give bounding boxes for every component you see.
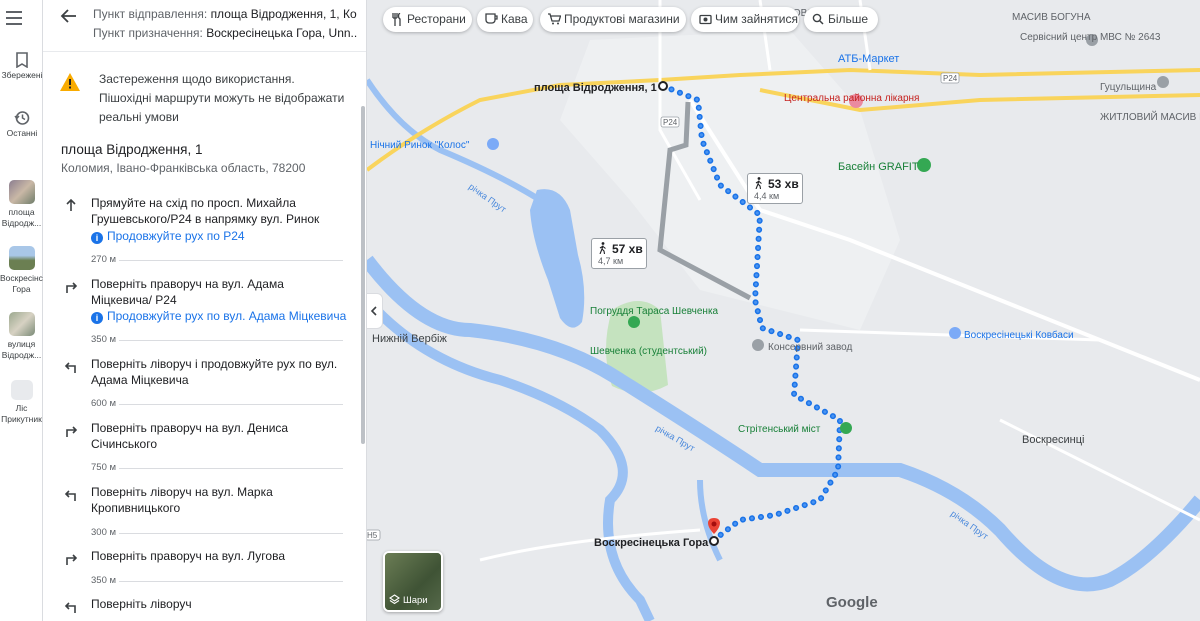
- restaurant-icon: [392, 13, 401, 26]
- end-marker: [709, 536, 719, 546]
- start-address: Коломия, Івано-Франківська область, 7820…: [61, 161, 306, 175]
- map-label: Воскресинці: [1022, 434, 1084, 446]
- coffee-icon: [485, 13, 498, 24]
- map-label: Сервісний центр МВС № 2643: [1020, 32, 1161, 43]
- layers-icon: [389, 594, 400, 605]
- poi-icon: [1157, 76, 1169, 88]
- map-label: P24: [943, 74, 958, 83]
- collapse-panel-button[interactable]: [367, 293, 383, 329]
- rail-recent-place-1[interactable]: площа Відродж...: [0, 180, 43, 229]
- monument-icon: [628, 316, 640, 328]
- chip-restaurants[interactable]: Ресторани: [383, 7, 472, 32]
- chip-groceries[interactable]: Продуктові магазини: [540, 7, 686, 32]
- route-primary-callout[interactable]: 53 хв 4,4 км: [747, 173, 803, 204]
- step-note[interactable]: i Продовжуйте рух по P24: [91, 229, 341, 244]
- place-thumbnail: [8, 180, 35, 204]
- route-alt-callout[interactable]: 57 хв 4,7 км: [591, 238, 647, 269]
- walking-icon: [755, 177, 762, 189]
- arrow-up-icon: [66, 198, 76, 211]
- bridge-icon: [840, 422, 852, 434]
- menu-icon[interactable]: [6, 11, 22, 25]
- map-label: Консервний завод: [768, 342, 853, 353]
- chip-coffee[interactable]: Кава: [477, 7, 533, 32]
- pool-icon: [917, 158, 931, 172]
- rail-recent[interactable]: Останні: [0, 110, 43, 139]
- map-label-end: Воскресінецька Гора: [594, 537, 709, 549]
- info-icon: i: [91, 232, 103, 244]
- map-label: P24: [663, 118, 678, 127]
- map-label: Нижній Вербіж: [372, 333, 447, 345]
- map-label: Центральна районна лікарня: [784, 93, 919, 104]
- start-title: площа Відродження, 1: [61, 142, 203, 157]
- warning-icon: [60, 73, 80, 91]
- rail-saved[interactable]: Збережені: [0, 52, 43, 81]
- cart-icon: [548, 13, 561, 25]
- start-marker: [658, 81, 668, 91]
- info-icon: i: [91, 312, 103, 324]
- turn-right-icon: [66, 282, 78, 293]
- search-icon: [812, 13, 824, 25]
- map-label: Басейн GRAFIT: [838, 161, 919, 173]
- destination-row[interactable]: Пункт призначення: Воскресінецька Гора, …: [93, 26, 357, 40]
- panel-scrollbar[interactable]: [361, 106, 365, 444]
- place-thumbnail: [10, 380, 33, 400]
- map-svg: площа Відродження, 1 Воскресінецька Гора…: [367, 0, 1200, 621]
- chip-things-to-do[interactable]: Чим зайнятися: [691, 7, 799, 32]
- chip-more[interactable]: Більше: [804, 7, 878, 32]
- rail-recent-place-3[interactable]: вулиця Відродж...: [0, 312, 43, 361]
- map-label: H5: [367, 531, 378, 540]
- turn-left-icon: [64, 362, 76, 373]
- map-label: Гуцульщина: [1100, 82, 1157, 93]
- origin-row[interactable]: Пункт відправлення: площа Відродження, 1…: [93, 7, 357, 21]
- directions-panel: Пункт відправлення: площа Відродження, 1…: [43, 0, 367, 621]
- factory-icon: [752, 339, 764, 351]
- step-distance: 350 м: [91, 334, 343, 346]
- shop-icon: [949, 327, 961, 339]
- map-label-start: площа Відродження, 1: [534, 82, 657, 94]
- bookmark-icon: [15, 52, 28, 68]
- shop-icon: [487, 138, 499, 150]
- rail-recent-place-4[interactable]: Ліс Прикутник: [0, 380, 43, 425]
- back-arrow-icon[interactable]: [59, 6, 79, 26]
- step-distance: 300 м: [91, 527, 343, 539]
- map-label: МАСИВ БОГУНА: [1012, 12, 1091, 23]
- left-rail: Збережені Останні площа Відродж... Воскр…: [0, 0, 43, 621]
- map-label: ЖИТЛОВИЙ МАСИВ ГОМ: [1100, 110, 1200, 123]
- rail-recent-place-2[interactable]: Воскресінське Гора: [0, 246, 43, 295]
- map-label: Нічний Ринок "Колос": [370, 140, 470, 151]
- turn-right-icon: [66, 554, 78, 565]
- layers-button[interactable]: Шари: [383, 551, 443, 612]
- route-header: Пункт відправлення: площа Відродження, 1…: [43, 0, 366, 52]
- turn-left-icon: [64, 490, 76, 501]
- map-label: Погруддя Тараса Шевченка: [590, 306, 719, 317]
- map-label: АТБ-Маркет: [838, 53, 899, 65]
- camera-icon: [699, 14, 712, 25]
- map-label: Шевченка (студентський): [590, 346, 707, 357]
- step-distance: 270 м: [91, 254, 343, 266]
- map-canvas[interactable]: площа Відродження, 1 Воскресінецька Гора…: [367, 0, 1200, 621]
- google-logo: Google: [826, 594, 878, 611]
- chevron-left-icon: [370, 306, 377, 316]
- place-thumbnail: [8, 246, 35, 270]
- step-distance: 350 м: [91, 575, 343, 587]
- step-distance: 600 м: [91, 398, 343, 410]
- map-label: Стрітенський міст: [738, 424, 821, 435]
- step-distance: 750 м: [91, 462, 343, 474]
- turn-right-icon: [66, 426, 78, 437]
- turn-left-icon: [64, 602, 76, 613]
- place-thumbnail: [8, 312, 35, 336]
- history-icon: [13, 111, 29, 125]
- walking-icon: [599, 242, 606, 254]
- step-note[interactable]: i Продовжуйте рух по вул. Адама Міцкевича: [91, 309, 346, 324]
- map-label: Воскресінецькі Ковбаси: [964, 329, 1074, 341]
